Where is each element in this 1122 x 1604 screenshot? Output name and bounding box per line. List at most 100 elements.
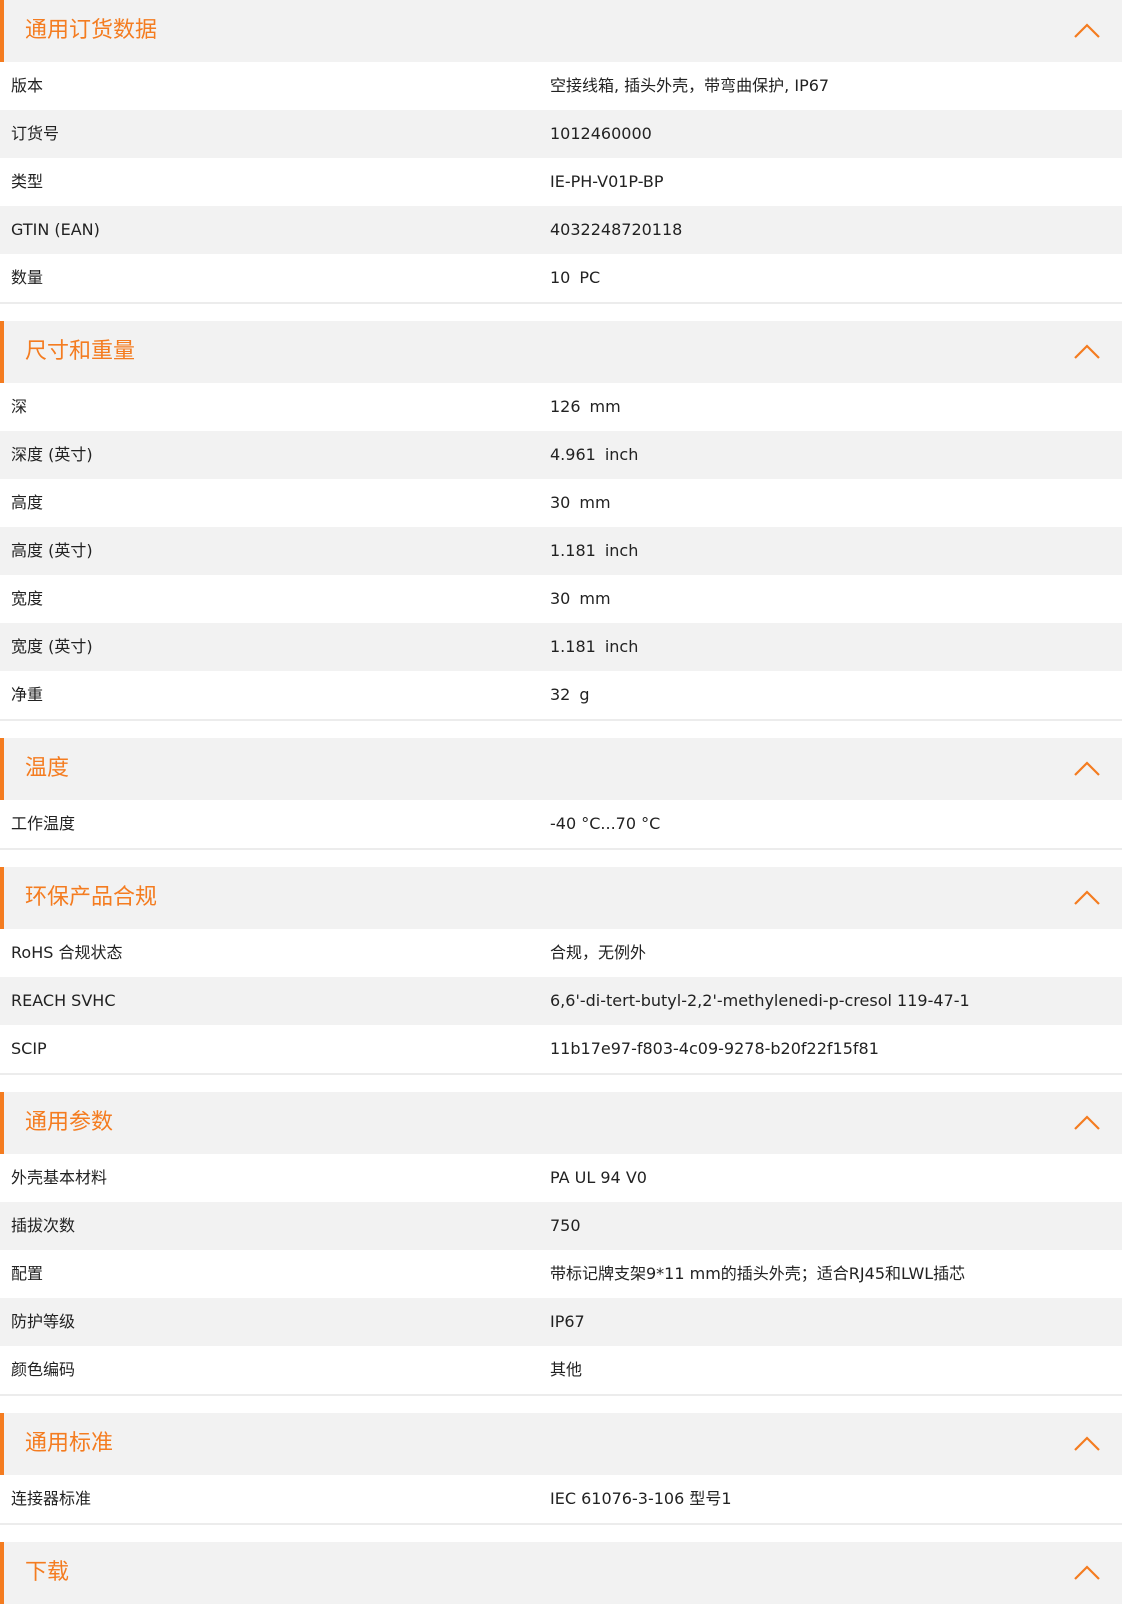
chevron-up-icon[interactable] bbox=[1072, 757, 1102, 781]
spec-row: 高度 30 mm bbox=[0, 479, 1122, 527]
spec-label: REACH SVHC bbox=[11, 991, 116, 1010]
spec-value: 1.181 inch bbox=[550, 623, 638, 671]
spec-label: 宽度 (英寸) bbox=[11, 637, 93, 656]
section-title: 温度 bbox=[25, 756, 70, 781]
spec-label: 深度 (英寸) bbox=[11, 445, 93, 464]
section-title: 通用订货数据 bbox=[25, 18, 158, 43]
spec-row: REACH SVHC 6,6'-di-tert-butyl-2,2'-methyl… bbox=[0, 977, 1122, 1025]
spec-label: 插拔次数 bbox=[11, 1216, 76, 1235]
spec-label: RoHS 合规状态 bbox=[11, 943, 123, 962]
section-title: 通用参数 bbox=[25, 1110, 114, 1135]
chevron-up-icon[interactable] bbox=[1072, 1111, 1102, 1135]
spec-value-text: 750 bbox=[550, 1216, 581, 1235]
spec-label: 外壳基本材料 bbox=[11, 1168, 108, 1187]
section-rows: 连接器标准 IEC 61076-3-106 型号1 bbox=[0, 1475, 1122, 1525]
spec-row: 宽度 (英寸) 1.181 inch bbox=[0, 623, 1122, 671]
section: 通用参数外壳基本材料 PA UL 94 V0 插拔次数 750 配置 带标记牌支架9*11… bbox=[0, 1092, 1122, 1396]
spec-value: 1.181 inch bbox=[550, 527, 638, 575]
spec-label: 数量 bbox=[11, 268, 44, 287]
spec-value-text: 其他 bbox=[550, 1360, 583, 1379]
section-header[interactable]: 下载 bbox=[0, 1542, 1122, 1604]
section: 尺寸和重量深 126 mm 深度 (英寸) 4.961 inch 高度 30 mm 高度 (英寸)… bbox=[0, 321, 1122, 721]
spec-row: 深 126 mm bbox=[0, 383, 1122, 431]
spec-value: PA UL 94 V0 bbox=[550, 1154, 647, 1202]
section-header[interactable]: 尺寸和重量 bbox=[0, 321, 1122, 383]
spec-value-text: 合规，无例外 bbox=[550, 943, 647, 962]
chevron-up-icon[interactable] bbox=[1072, 19, 1102, 43]
section-title: 下载 bbox=[25, 1560, 70, 1585]
section-header[interactable]: 通用参数 bbox=[0, 1092, 1122, 1154]
spec-row: RoHS 合规状态 合规，无例外 bbox=[0, 929, 1122, 977]
spec-value: 126 mm bbox=[550, 383, 621, 431]
spec-value-text: 6,6'-di-tert-butyl-2,2'-methylenedi-p-cr… bbox=[550, 991, 970, 1010]
spec-unit: PC bbox=[579, 268, 601, 287]
spec-row: 净重 32 g bbox=[0, 671, 1122, 721]
spec-label: 宽度 bbox=[11, 589, 44, 608]
spec-value-text: 30 bbox=[550, 493, 571, 512]
spec-value: 空接线箱, 插头外壳，带弯曲保护, IP67 bbox=[550, 62, 829, 110]
chevron-up-icon[interactable] bbox=[1072, 886, 1102, 910]
spec-value: 750 bbox=[550, 1202, 581, 1250]
spec-value-text: 1012460000 bbox=[550, 124, 652, 143]
section-rows: 版本 空接线箱, 插头外壳，带弯曲保护, IP67 订货号 1012460000 类型 I… bbox=[0, 62, 1122, 304]
spec-label: 工作温度 bbox=[11, 814, 76, 833]
spec-value: IE-PH-V01P-BP bbox=[550, 158, 664, 206]
section: 通用标准连接器标准 IEC 61076-3-106 型号1 bbox=[0, 1413, 1122, 1525]
spec-value: 30 mm bbox=[550, 479, 611, 527]
spec-label: 防护等级 bbox=[11, 1312, 76, 1331]
chevron-up-icon[interactable] bbox=[1072, 340, 1102, 364]
spec-value: 11b17e97-f803-4c09-9278-b20f22f15f81 bbox=[550, 1025, 879, 1073]
spec-label: 高度 bbox=[11, 493, 44, 512]
section-title: 通用标准 bbox=[25, 1431, 114, 1456]
section-header[interactable]: 通用订货数据 bbox=[0, 0, 1122, 62]
spec-value: 其他 bbox=[550, 1346, 582, 1394]
spec-row: 订货号 1012460000 bbox=[0, 110, 1122, 158]
spec-value-text: 126 bbox=[550, 397, 581, 416]
spec-value-text: 1.181 bbox=[550, 637, 596, 656]
spec-value-text: IEC 61076-3-106 型号1 bbox=[550, 1489, 732, 1508]
spec-value: 合规，无例外 bbox=[550, 929, 646, 977]
spec-value: IEC 61076-3-106 型号1 bbox=[550, 1475, 732, 1523]
spec-row: 工作温度 -40 °C...70 °C bbox=[0, 800, 1122, 850]
spec-unit: mm bbox=[579, 589, 611, 608]
spec-value-text: PA UL 94 V0 bbox=[550, 1168, 647, 1187]
spec-value-text: 30 bbox=[550, 589, 571, 608]
spec-value: 4.961 inch bbox=[550, 431, 638, 479]
spec-unit: g bbox=[579, 685, 590, 704]
spec-value: 带标记牌支架9*11 mm的插头外壳；适合RJ45和LWL插芯 bbox=[550, 1250, 965, 1298]
spec-row: 颜色编码 其他 bbox=[0, 1346, 1122, 1396]
spec-value-text: 带标记牌支架9*11 mm的插头外壳；适合RJ45和LWL插芯 bbox=[550, 1264, 966, 1283]
spec-row: 深度 (英寸) 4.961 inch bbox=[0, 431, 1122, 479]
spec-value-text: 空接线箱, 插头外壳，带弯曲保护, IP67 bbox=[550, 76, 830, 95]
section-header[interactable]: 环保产品合规 bbox=[0, 867, 1122, 929]
section-header[interactable]: 通用标准 bbox=[0, 1413, 1122, 1475]
spec-row: GTIN (EAN) 4032248720118 bbox=[0, 206, 1122, 254]
chevron-up-icon[interactable] bbox=[1072, 1432, 1102, 1456]
section: 通用订货数据版本 空接线箱, 插头外壳，带弯曲保护, IP67 订货号 1012460… bbox=[0, 0, 1122, 304]
spec-row: 配置 带标记牌支架9*11 mm的插头外壳；适合RJ45和LWL插芯 bbox=[0, 1250, 1122, 1298]
spec-row: 类型 IE-PH-V01P-BP bbox=[0, 158, 1122, 206]
spec-unit: inch bbox=[604, 637, 639, 656]
spec-unit: inch bbox=[604, 445, 639, 464]
spec-value: 4032248720118 bbox=[550, 206, 682, 254]
spec-value: 10 PC bbox=[550, 254, 600, 302]
spec-value: IP67 bbox=[550, 1298, 585, 1346]
spec-unit: mm bbox=[589, 397, 621, 416]
spec-value-text: 4.961 bbox=[550, 445, 596, 464]
spec-label: 深 bbox=[11, 397, 28, 416]
spec-value: 30 mm bbox=[550, 575, 611, 623]
section-rows: 深 126 mm 深度 (英寸) 4.961 inch 高度 30 mm 高度 (英寸) 1.181… bbox=[0, 383, 1122, 721]
spec-label: 订货号 bbox=[11, 124, 60, 143]
spec-row: 连接器标准 IEC 61076-3-106 型号1 bbox=[0, 1475, 1122, 1525]
spec-sheet: 通用订货数据版本 空接线箱, 插头外壳，带弯曲保护, IP67 订货号 1012460… bbox=[0, 0, 1122, 1604]
spec-value: 32 g bbox=[550, 671, 590, 719]
spec-value: -40 °C...70 °C bbox=[550, 800, 660, 848]
spec-row: SCIP 11b17e97-f803-4c09-9278-b20f22f15f81 bbox=[0, 1025, 1122, 1075]
spec-label: 连接器标准 bbox=[11, 1489, 92, 1508]
spec-value-text: IE-PH-V01P-BP bbox=[550, 172, 664, 191]
spec-label: 版本 bbox=[11, 76, 44, 95]
section-header[interactable]: 温度 bbox=[0, 738, 1122, 800]
chevron-up-icon[interactable] bbox=[1072, 1561, 1102, 1585]
spec-row: 外壳基本材料 PA UL 94 V0 bbox=[0, 1154, 1122, 1202]
spec-label: 净重 bbox=[11, 685, 44, 704]
